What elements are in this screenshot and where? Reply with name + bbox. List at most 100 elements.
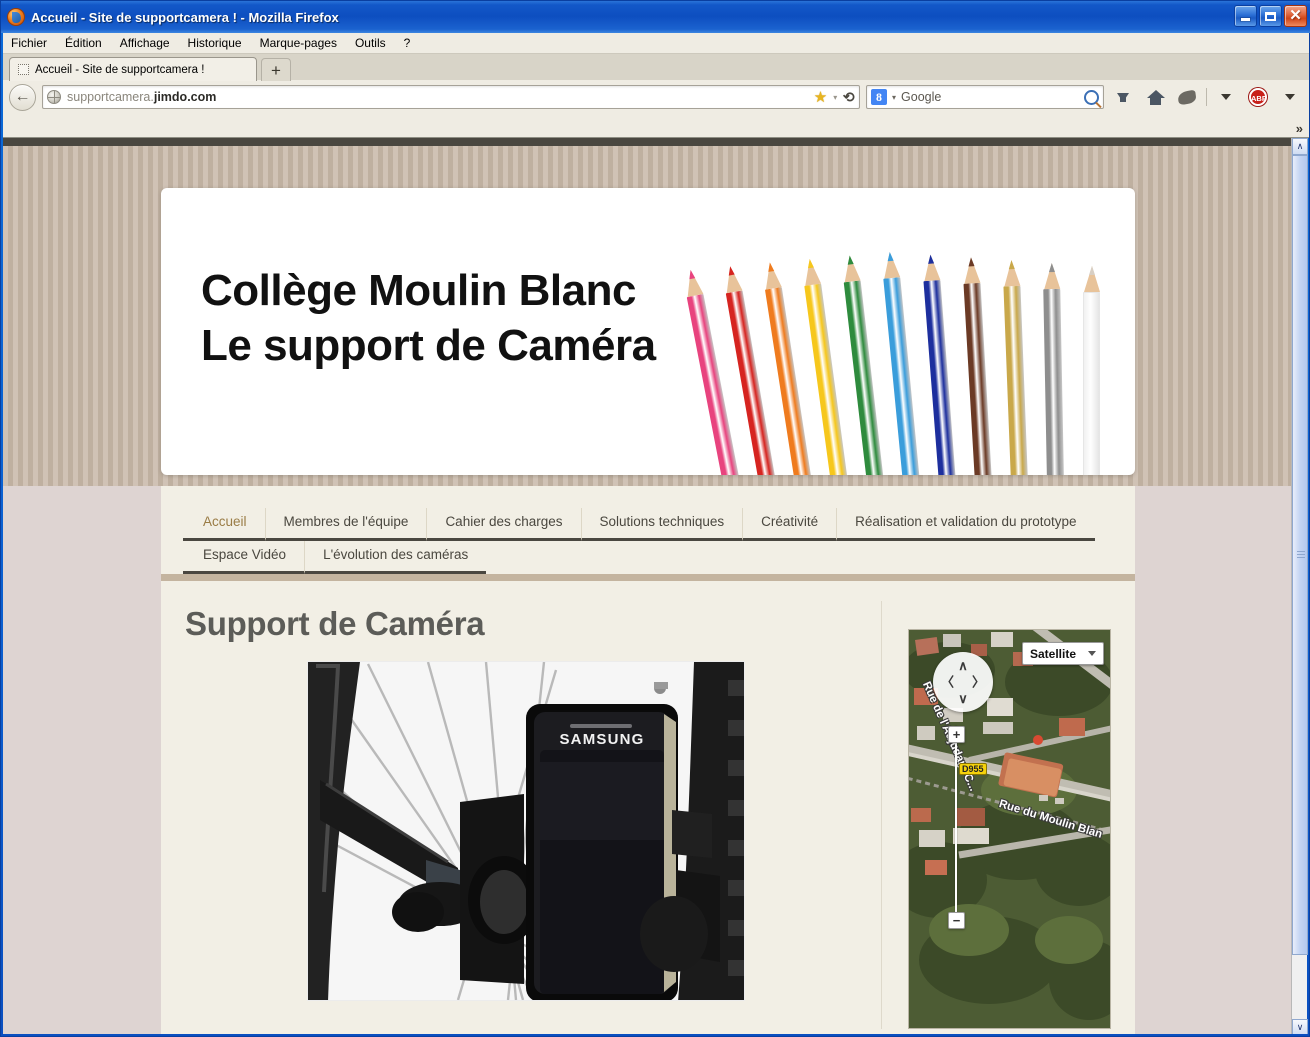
site-content-column: AccueilMembres de l'équipeCahier des cha… <box>161 486 1135 1036</box>
pencil-gold <box>1002 260 1028 475</box>
scroll-grip-icon <box>1297 551 1305 559</box>
nav-item-solutions-techniques[interactable]: Solutions techniques <box>582 508 744 541</box>
map-type-dropdown[interactable]: Satellite <box>1022 642 1104 665</box>
pan-left-icon[interactable]: 〈 <box>941 676 954 689</box>
reload-icon[interactable]: ⟳ <box>843 89 855 106</box>
tab-title: Accueil - Site de supportcamera ! <box>35 64 204 76</box>
bookmark-star-icon[interactable]: ★ <box>814 90 827 105</box>
chevron-down-icon <box>1221 94 1231 100</box>
map-type-label: Satellite <box>1030 647 1076 661</box>
site-navigation: AccueilMembres de l'équipeCahier des cha… <box>161 486 1135 574</box>
nav-item-cr-ativit[interactable]: Créativité <box>743 508 837 541</box>
menu-aide[interactable]: ? <box>404 36 411 50</box>
toolbar-separator <box>1206 88 1207 106</box>
page-title: Support de Caméra <box>185 605 881 643</box>
pan-right-icon[interactable]: 〉 <box>972 676 985 689</box>
download-arrow-icon <box>1117 93 1129 102</box>
maximize-button[interactable] <box>1259 5 1282 27</box>
bike-photo-svg: SAMSUNG <box>308 662 745 1001</box>
nav-item-membres-de-l-quipe[interactable]: Membres de l'équipe <box>266 508 428 541</box>
map-zoom-slider[interactable] <box>955 726 957 926</box>
site-banner-area: Collège Moulin Blanc Le support de Camér… <box>3 146 1293 486</box>
home-icon <box>1147 90 1164 105</box>
downloads-button[interactable] <box>1110 84 1136 110</box>
search-input[interactable]: 8 ▾ Google <box>866 85 1104 109</box>
pencil-light-blue <box>881 251 920 475</box>
banner-line-2: Le support de Caméra <box>201 319 656 374</box>
menu-historique[interactable]: Historique <box>188 36 242 50</box>
pan-up-icon[interactable]: ∧ <box>958 659 968 672</box>
addon-button[interactable] <box>1174 84 1200 110</box>
content-left-column: Support de Caméra <box>161 581 881 1029</box>
map-highway-tag: D955 <box>959 763 987 775</box>
scroll-thumb[interactable] <box>1292 155 1308 955</box>
site-top-bar <box>3 138 1293 146</box>
chevron-down-icon <box>1088 651 1096 656</box>
window-title-bar: Accueil - Site de supportcamera ! - Mozi… <box>1 1 1310 33</box>
chevron-down-icon <box>1285 94 1295 100</box>
vertical-scrollbar[interactable]: ∧ ∨ <box>1291 138 1307 1036</box>
pan-down-icon[interactable]: ∨ <box>958 692 968 705</box>
nav-filler <box>1095 508 1113 541</box>
toolbar-overflow-button[interactable]: » <box>1296 121 1303 136</box>
tab-active[interactable]: Accueil - Site de supportcamera ! <box>9 57 257 81</box>
search-placeholder: Google <box>901 90 1079 104</box>
tab-strip: Accueil - Site de supportcamera ! + <box>3 53 1309 80</box>
pencil-green <box>841 255 884 475</box>
menu-marque-pages[interactable]: Marque-pages <box>260 36 337 50</box>
page-viewport: Collège Moulin Blanc Le support de Camér… <box>3 138 1293 1036</box>
pencil-gray <box>1043 263 1064 475</box>
nav-item-l-volution-des-cam-ras[interactable]: L'évolution des caméras <box>305 541 486 574</box>
bike-camera-mount-photo: SAMSUNG <box>307 661 745 1001</box>
addon-menu-button[interactable] <box>1213 84 1239 110</box>
address-bar[interactable]: supportcamera.jimdo.com ★ ▾ ⟳ <box>42 85 860 109</box>
new-tab-button[interactable]: + <box>261 58 291 81</box>
pencil-white <box>1083 266 1100 475</box>
map-widget-wrapper: Rue de l'Adjudant C... Rue du Moulin Bla… <box>882 581 1111 1029</box>
minimize-button[interactable] <box>1234 5 1257 27</box>
site-banner-card: Collège Moulin Blanc Le support de Camér… <box>161 188 1135 475</box>
banner-line-1: Collège Moulin Blanc <box>201 264 656 319</box>
adblock-icon: ABP <box>1249 88 1267 106</box>
search-engine-chevron-icon[interactable]: ▾ <box>892 93 896 102</box>
nav-row-2: Espace VidéoL'évolution des caméras <box>183 541 1113 574</box>
site-banner-title: Collège Moulin Blanc Le support de Camér… <box>201 264 656 373</box>
main-content: Support de Caméra <box>161 581 1135 1029</box>
nav-row-1: AccueilMembres de l'équipeCahier des cha… <box>183 508 1113 541</box>
menu-bar: Fichier Édition Affichage Historique Mar… <box>3 33 1309 53</box>
map-zoom-out-button[interactable]: − <box>948 912 965 929</box>
menu-edition[interactable]: Édition <box>65 36 102 50</box>
close-button[interactable]: ✕ <box>1284 5 1307 27</box>
adblock-button[interactable]: ABP <box>1245 84 1271 110</box>
globe-icon <box>47 90 61 104</box>
google-logo-icon: 8 <box>871 89 887 105</box>
home-button[interactable] <box>1142 84 1168 110</box>
nav-item-accueil[interactable]: Accueil <box>183 508 266 541</box>
satellite-map[interactable]: Rue de l'Adjudant C... Rue du Moulin Bla… <box>908 629 1111 1029</box>
map-pan-control[interactable]: ∧ ∨ 〈 〉 <box>933 652 993 712</box>
pencil-yellow <box>801 258 848 475</box>
site-body-area: AccueilMembres de l'équipeCahier des cha… <box>3 486 1293 1036</box>
adblock-menu-button[interactable] <box>1277 84 1303 110</box>
pencil-brown <box>962 257 992 475</box>
url-text: supportcamera.jimdo.com <box>67 90 808 104</box>
nav-item-cahier-des-charges[interactable]: Cahier des charges <box>427 508 581 541</box>
back-button[interactable]: ← <box>9 84 36 111</box>
nav-bottom-rule <box>161 574 1135 581</box>
menu-fichier[interactable]: Fichier <box>11 36 47 50</box>
chevron-down-icon[interactable]: ▾ <box>833 93 837 102</box>
colored-pencils-image <box>709 188 1129 475</box>
nav-filler <box>486 541 1113 574</box>
browser-window: Accueil - Site de supportcamera ! - Mozi… <box>0 0 1310 1037</box>
tab-favicon-icon <box>18 64 29 75</box>
menu-outils[interactable]: Outils <box>355 36 386 50</box>
map-zoom-in-button[interactable]: + <box>948 726 965 743</box>
firefox-logo-icon <box>7 8 25 26</box>
window-controls: ✕ <box>1234 5 1307 27</box>
window-title: Accueil - Site de supportcamera ! - Mozi… <box>31 10 339 25</box>
nav-item-espace-vid-o[interactable]: Espace Vidéo <box>183 541 305 574</box>
scroll-up-button[interactable]: ∧ <box>1292 138 1308 155</box>
menu-affichage[interactable]: Affichage <box>120 36 170 50</box>
search-icon[interactable] <box>1084 90 1099 105</box>
nav-item-r-alisation-et-validation-du-prototype[interactable]: Réalisation et validation du prototype <box>837 508 1094 541</box>
